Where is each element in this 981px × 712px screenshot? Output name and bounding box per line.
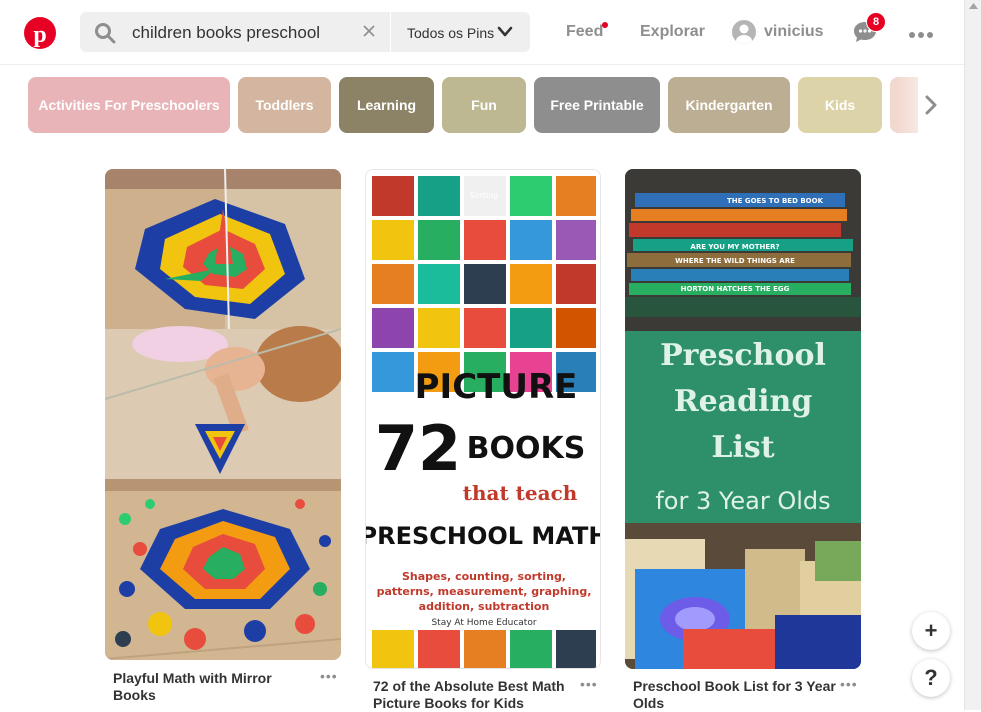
svg-text:Sorting: Sorting [470,191,499,200]
more-options-icon[interactable] [908,26,934,44]
chip-kindergarten[interactable]: Kindergarten [668,77,790,133]
search-bar[interactable]: children books preschool [80,12,390,52]
pin-title[interactable]: 72 of the Absolute Best Math Picture Boo… [373,678,573,712]
poster-credit: Stay At Home Educator [431,618,536,628]
top-header: p children books preschool Todos os Pins… [0,0,964,65]
pin-image-reading-list[interactable]: THE GOES TO BED BOOK ARE YOU MY MOTHER? … [625,169,861,669]
poster-line-2: Reading [674,384,813,419]
reading-list-photo: THE GOES TO BED BOOK ARE YOU MY MOTHER? … [625,169,861,669]
chevron-down-icon [497,25,513,43]
notification-badge: 8 [866,12,886,32]
pin-more-icon[interactable]: ••• [840,676,858,692]
chip-fun[interactable]: Fun [442,77,526,133]
nav-profile-link[interactable]: vinicius [764,23,824,41]
pin-title-line-2: Olds [633,695,665,711]
poster-line-4: for 3 Year Olds [655,487,830,515]
poster-line-3: List [711,430,774,465]
book-spine-1: ARE YOU MY MOTHER? [690,243,779,251]
poster-subtitle-1: Shapes, counting, sorting, [402,570,566,583]
pin-title[interactable]: Preschool Book List for 3 Year Olds [633,678,843,712]
poster-line-1: Preschool [660,338,826,373]
pin-image-72-books[interactable]: Sorting PICTURE 72 BOOKS that teach PRES… [365,169,601,669]
search-icon [94,22,116,49]
poster-w4: PRESCHOOL MATH [366,522,601,550]
pin-image-mirror-math[interactable] [105,169,341,660]
guided-search-chips: Activities For Preschoolers Toddlers Lea… [28,77,918,133]
chip-learning[interactable]: Learning [339,77,434,133]
poster-w1: PICTURE [415,367,578,407]
pin-more-icon[interactable]: ••• [320,668,338,684]
add-pin-button[interactable]: + [912,612,950,650]
feed-new-dot [602,22,608,28]
poster-w2: BOOKS [467,431,586,466]
page-scrollbar[interactable] [964,0,981,710]
avatar[interactable] [732,20,756,44]
chip-toddlers[interactable]: Toddlers [238,77,331,133]
chip-free-printable[interactable]: Free Printable [534,77,660,133]
pin-title-line-2: Picture Books for Kids [373,695,524,711]
pin-title[interactable]: Playful Math with Mirror Books [113,670,313,704]
clear-search-icon[interactable] [362,24,376,43]
chevron-right-icon[interactable] [924,95,938,120]
chips-fade-overlay [898,77,918,133]
pin-filter-dropdown[interactable]: Todos os Pins [391,12,530,52]
mirror-math-photo [105,169,341,660]
book-spine-2: WHERE THE WILD THINGS ARE [675,257,795,265]
search-input[interactable]: children books preschool [132,23,320,43]
book-spine-4: THE GOES TO BED BOOK [727,197,824,205]
poster-subtitle-3: addition, subtraction [419,600,550,613]
pin-title-line-1: 72 of the Absolute Best Math [373,678,565,694]
poster-subtitle-2: patterns, measurement, graphing, [377,585,592,598]
help-button[interactable]: ? [912,659,950,697]
poster-w3: that teach [463,481,578,505]
nav-feed-link[interactable]: Feed [566,23,603,41]
filter-label: Todos os Pins [407,25,495,41]
pinterest-logo-icon[interactable]: p [24,17,56,49]
poster-number: 72 [375,412,461,485]
svg-text:p: p [33,22,46,48]
pin-title-line-1: Preschool Book List for 3 Year [633,678,836,694]
chip-kids[interactable]: Kids [798,77,882,133]
math-books-collage: Sorting PICTURE 72 BOOKS that teach PRES… [366,176,601,668]
chip-activities-for-preschoolers[interactable]: Activities For Preschoolers [28,77,230,133]
book-spine-3: HORTON HATCHES THE EGG [681,285,790,293]
nav-explore-link[interactable]: Explorar [640,23,705,41]
pin-more-icon[interactable]: ••• [580,676,598,692]
